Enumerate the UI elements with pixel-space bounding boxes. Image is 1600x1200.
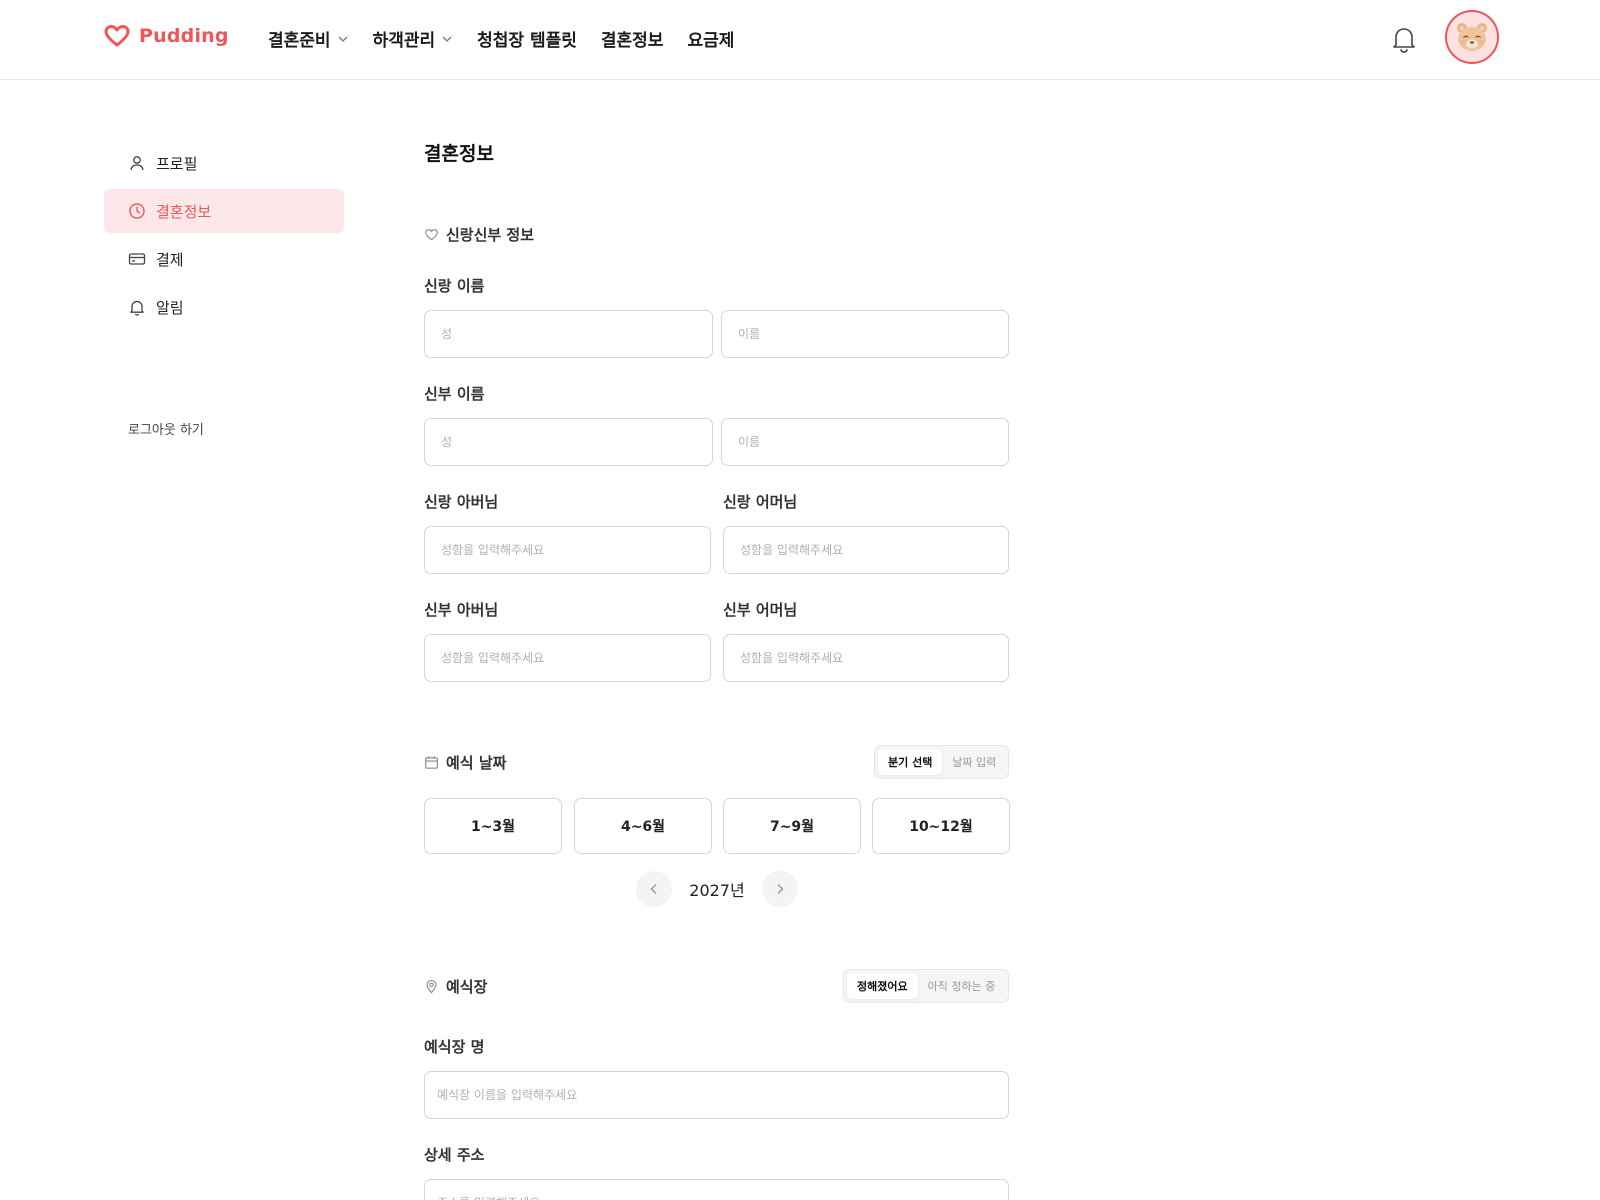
- location-pin-icon: [424, 979, 439, 994]
- address-label: 상세 주소: [424, 1146, 485, 1164]
- sidebar-item-wedding-info[interactable]: 결혼정보: [104, 189, 344, 233]
- bear-avatar-icon: [1452, 17, 1492, 57]
- bride-mother-input[interactable]: [723, 634, 1009, 682]
- sidebar-item-notifications[interactable]: 알림: [104, 285, 344, 329]
- groom-mother-label: 신랑 어머님: [723, 493, 798, 511]
- nav-label: 결혼정보: [600, 31, 664, 51]
- bell-icon: [128, 298, 146, 316]
- logo-text: Pudding: [139, 25, 229, 47]
- groom-mother-input[interactable]: [723, 526, 1009, 574]
- section-wedding-date: 예식 날짜: [424, 752, 506, 773]
- groom-last-name-input[interactable]: [424, 310, 713, 358]
- quarter-button-q2[interactable]: 4~6월: [574, 798, 712, 854]
- quarter-button-q3[interactable]: 7~9월: [723, 798, 861, 854]
- card-icon: [128, 250, 146, 268]
- sidebar-item-payment[interactable]: 결제: [104, 237, 344, 281]
- chevron-right-icon: [773, 882, 787, 896]
- sidebar-item-profile[interactable]: 프로필: [104, 141, 344, 185]
- bride-father-input[interactable]: [424, 634, 711, 682]
- date-mode-toggle: 분기 선택 날짜 입력: [874, 745, 1009, 779]
- toggle-venue-undecided[interactable]: 아직 정하는 중: [918, 973, 1006, 999]
- venue-name-input[interactable]: [424, 1071, 1009, 1119]
- prev-year-button[interactable]: [636, 871, 672, 907]
- groom-name-label: 신랑 이름: [424, 277, 485, 295]
- user-icon: [128, 154, 146, 172]
- groom-father-label: 신랑 아버님: [424, 493, 499, 511]
- nav-wedding-info[interactable]: 결혼정보: [601, 26, 664, 51]
- sidebar-item-label: 결제: [156, 250, 184, 269]
- pudding-logo[interactable]: Pudding: [103, 24, 229, 48]
- sidebar-item-label: 알림: [156, 298, 184, 317]
- calendar-icon: [424, 755, 439, 770]
- section-heading: 예식 날짜: [446, 754, 507, 772]
- venue-name-label: 예식장 명: [424, 1038, 485, 1056]
- toggle-venue-decided[interactable]: 정해졌어요: [847, 973, 918, 999]
- section-couple-info: 신랑신부 정보: [424, 224, 534, 245]
- nav-label: 청첩장 템플릿: [477, 31, 577, 51]
- address-input[interactable]: [424, 1179, 1009, 1200]
- next-year-button[interactable]: [761, 871, 798, 907]
- chevron-down-icon: [337, 33, 349, 45]
- nav-invitation-templates[interactable]: 청첩장 템플릿: [477, 26, 577, 51]
- nav-pricing[interactable]: 요금제: [687, 26, 734, 51]
- bride-first-name-input[interactable]: [721, 418, 1009, 466]
- nav-label: 결혼준비: [268, 31, 331, 51]
- sidebar-item-label: 결혼정보: [156, 202, 212, 221]
- section-venue: 예식장: [424, 976, 487, 997]
- section-heading: 신랑신부 정보: [446, 226, 535, 244]
- bride-last-name-input[interactable]: [424, 418, 713, 466]
- venue-status-toggle: 정해졌어요 아직 정하는 중: [843, 969, 1009, 1003]
- top-header: Pudding 결혼준비 하객관리 청첩장 템플릿 결혼정보 요금제: [0, 0, 1600, 80]
- main-nav: 결혼준비 하객관리 청첩장 템플릿 결혼정보 요금제: [268, 26, 758, 51]
- toggle-quarter-select[interactable]: 분기 선택: [878, 749, 943, 775]
- quarter-button-q4[interactable]: 10~12월: [872, 798, 1010, 854]
- chevron-left-icon: [647, 882, 661, 896]
- nav-label: 요금제: [687, 31, 735, 51]
- notifications-button[interactable]: [1390, 24, 1418, 54]
- avatar[interactable]: [1445, 10, 1499, 64]
- toggle-date-input[interactable]: 날짜 입력: [942, 749, 1006, 775]
- bell-icon: [1390, 28, 1418, 58]
- nav-label: 하객관리: [372, 31, 436, 51]
- sidebar-item-label: 프로필: [156, 154, 198, 173]
- logout-link[interactable]: 로그아웃 하기: [128, 419, 204, 438]
- nav-guest-management[interactable]: 하객관리: [373, 26, 454, 51]
- section-heading: 예식장: [446, 978, 488, 996]
- nav-wedding-prep[interactable]: 결혼준비: [268, 26, 349, 51]
- page-title: 결혼정보: [424, 143, 494, 165]
- settings-sidebar: 프로필 결혼정보 결제 알림: [104, 141, 344, 333]
- chevron-down-icon: [441, 33, 453, 45]
- quarter-button-q1[interactable]: 1~3월: [424, 798, 562, 854]
- year-selector: 2027년: [636, 871, 798, 907]
- bride-mother-label: 신부 어머님: [723, 601, 798, 619]
- groom-father-input[interactable]: [424, 526, 711, 574]
- clock-icon: [128, 202, 146, 220]
- selected-year: 2027년: [689, 881, 745, 900]
- heart-logo-icon: [103, 24, 131, 48]
- groom-first-name-input[interactable]: [721, 310, 1009, 358]
- heart-icon: [424, 227, 439, 242]
- bride-name-label: 신부 이름: [424, 385, 485, 403]
- bride-father-label: 신부 아버님: [424, 601, 499, 619]
